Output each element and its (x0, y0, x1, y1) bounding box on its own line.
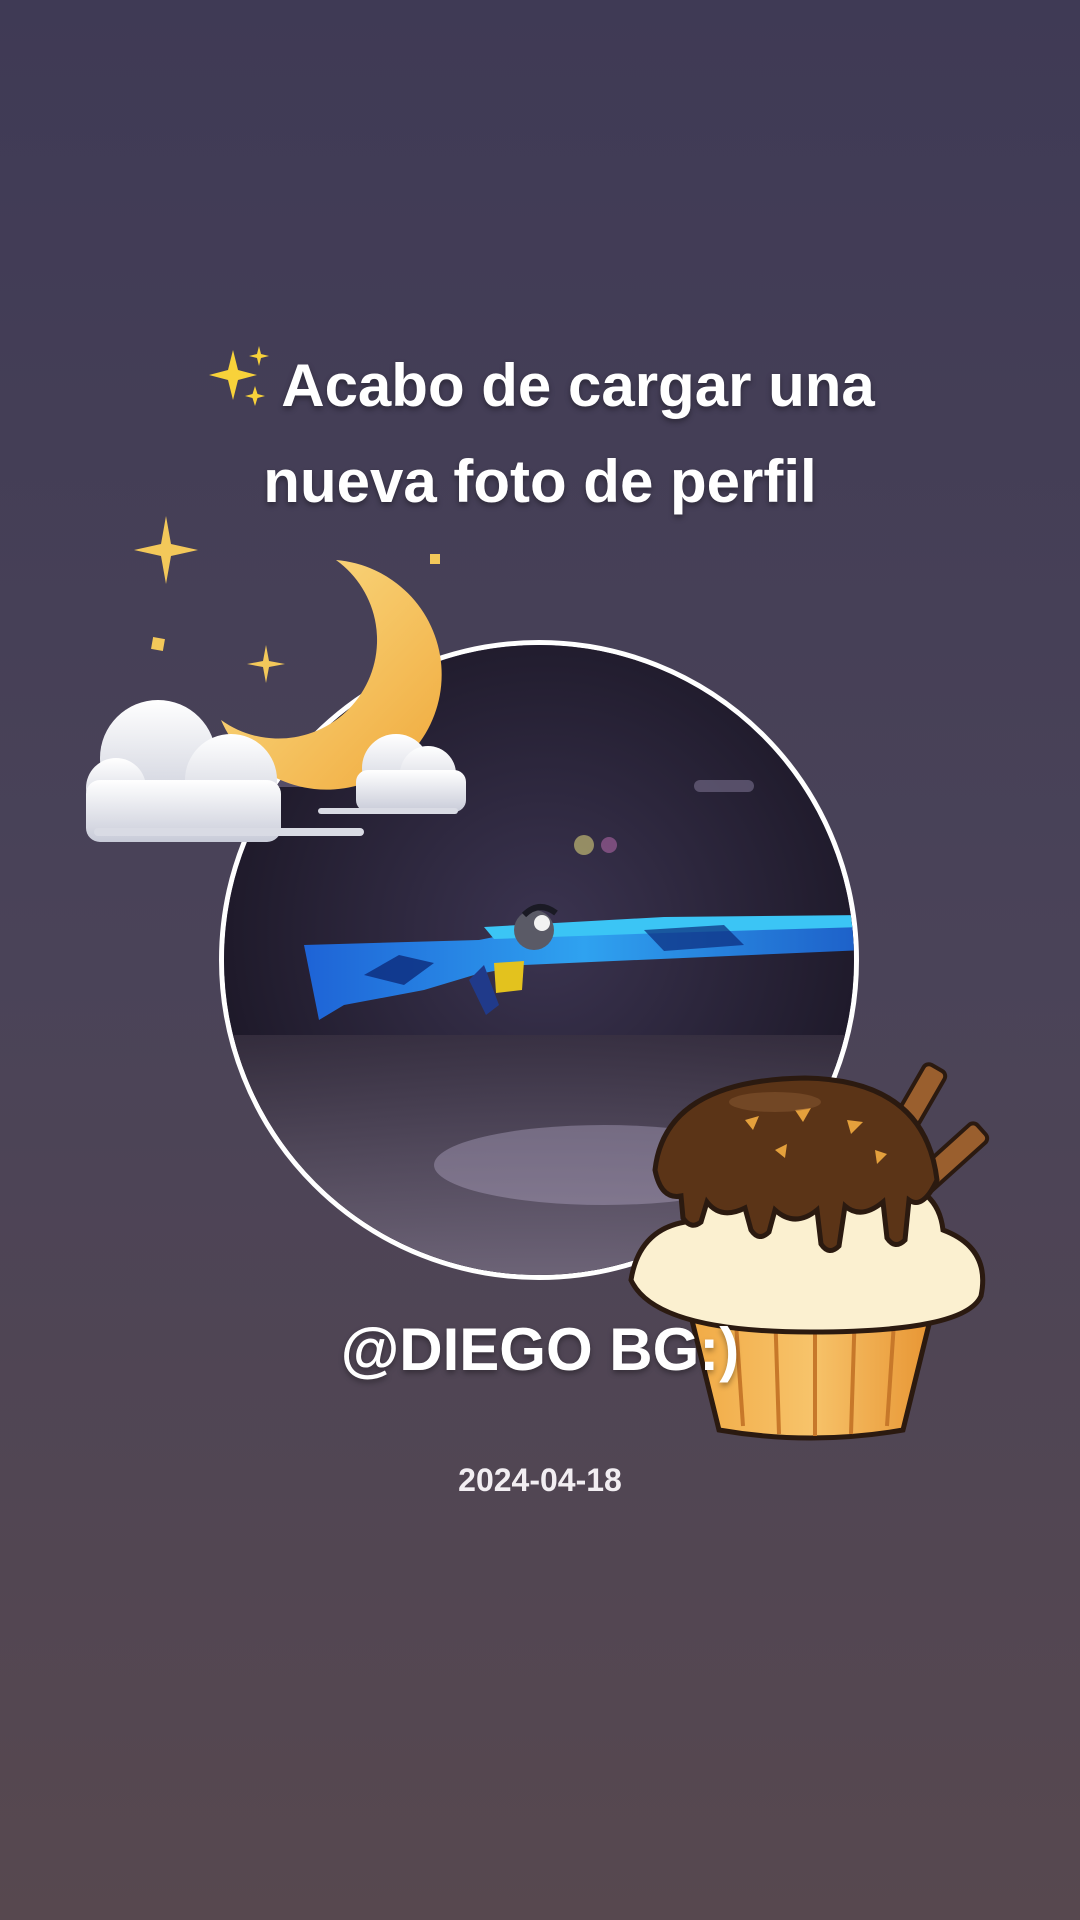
title-text-1: Acabo de cargar una (281, 352, 875, 419)
post-date: 2024-04-18 (458, 1462, 622, 1498)
sparkles-icon (209, 346, 270, 406)
username: @DIEGO BG:) (340, 1316, 740, 1383)
moon-clouds-sticker (86, 516, 466, 842)
title-line-1: Acabo de cargar una (0, 338, 1080, 434)
upload-title: Acabo de cargar una nueva foto de perfil (0, 338, 1080, 530)
cupcake-sticker (628, 1062, 990, 1441)
